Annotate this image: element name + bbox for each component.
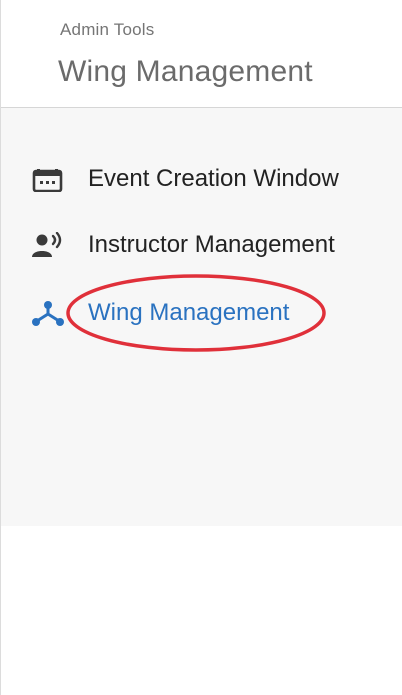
hierarchy-icon	[31, 300, 65, 326]
person-speaking-icon	[31, 231, 65, 258]
nav-item-label: Wing Management	[88, 299, 290, 326]
app-frame: Admin Tools Wing Management Event Creati…	[0, 0, 402, 695]
nav-item-label: Instructor Management	[88, 231, 335, 258]
nav-item-wing-management[interactable]: Wing Management	[1, 287, 402, 337]
nav-item-instructor-management[interactable]: Instructor Management	[1, 219, 402, 269]
page-title: Wing Management	[58, 55, 313, 88]
page-header: Admin Tools Wing Management	[1, 0, 402, 108]
calendar-icon	[31, 166, 65, 193]
page-subtitle: Admin Tools	[60, 20, 155, 39]
nav-item-event-creation-window[interactable]: Event Creation Window	[1, 153, 402, 203]
nav-item-label: Event Creation Window	[88, 165, 339, 192]
